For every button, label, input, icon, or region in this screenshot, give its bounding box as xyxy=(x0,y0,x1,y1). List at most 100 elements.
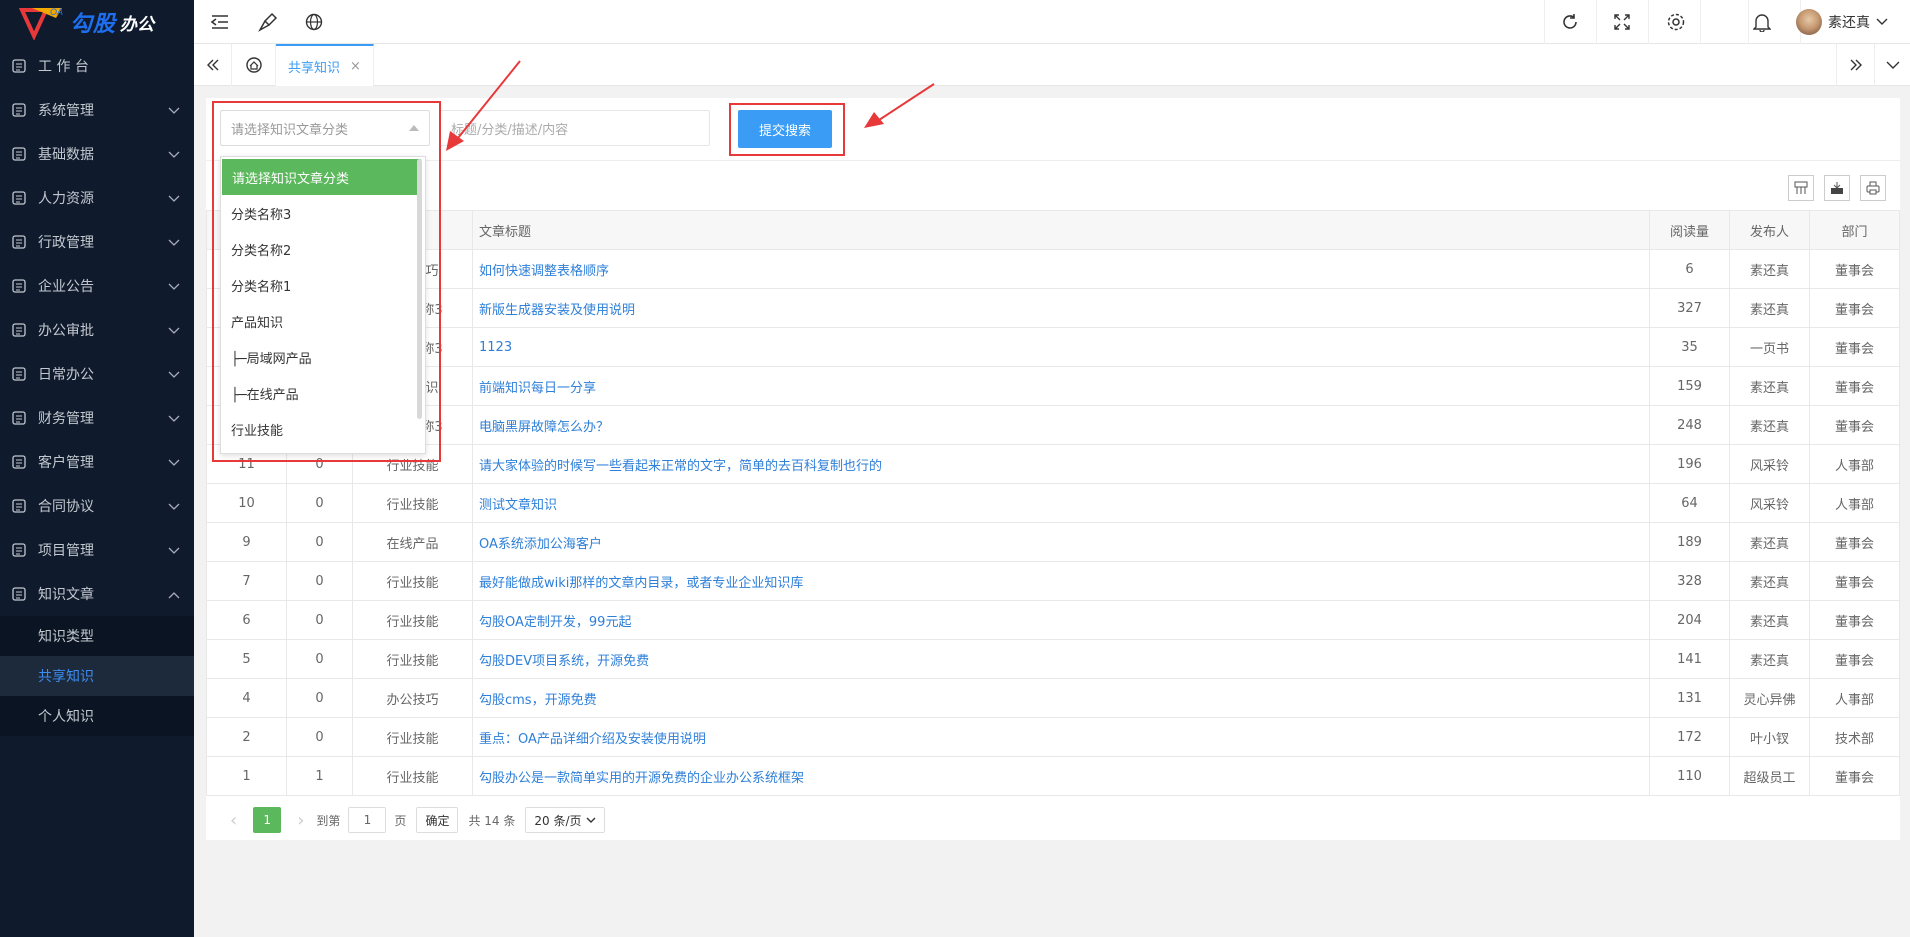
sidebar-item-4[interactable]: 行政管理 xyxy=(0,220,194,264)
sidebar-subitem-1[interactable]: 共享知识 xyxy=(0,656,194,696)
cell-publisher: 一页书 xyxy=(1729,327,1810,367)
cell-department: 人事部 xyxy=(1809,678,1900,718)
columns-filter-icon[interactable] xyxy=(1788,175,1814,201)
cell-title-link[interactable]: 勾股cms，开源免费 xyxy=(472,678,1650,718)
cell-department: 董事会 xyxy=(1809,639,1900,679)
table-row[interactable]: 7 0 行业技能 最好能做成wiki那样的文章内目录，或者专业企业知识库 328 素还真董… xyxy=(206,561,1900,601)
cell-title-link[interactable]: OA系统添加公海客户 xyxy=(472,522,1650,562)
sidebar-item-11[interactable]: 项目管理 xyxy=(0,528,194,572)
current-page[interactable]: 1 xyxy=(253,807,282,833)
sidebar-item-0[interactable]: 工 作 台 xyxy=(0,44,194,88)
print-icon[interactable] xyxy=(1860,175,1886,201)
sidebar-item-label: 知识文章 xyxy=(38,587,94,603)
cell-publisher: 素还真 xyxy=(1729,600,1810,640)
cell-title-link[interactable]: 勾股办公是一款简单实用的开源免费的企业办公系统框架 xyxy=(472,756,1650,796)
tabs-more-chevron-icon[interactable] xyxy=(1874,44,1910,86)
cell-department: 董事会 xyxy=(1809,366,1900,406)
collapse-menu-icon[interactable] xyxy=(194,0,246,44)
cell-views: 141 xyxy=(1649,639,1730,679)
next-page-icon[interactable]: › xyxy=(291,810,310,831)
cell-id: 4 xyxy=(206,678,287,718)
table-row[interactable]: 分类名称3112335一页书董事会 xyxy=(206,327,1900,367)
sidebar-item-9[interactable]: 客户管理 xyxy=(0,440,194,484)
settings-gear-icon[interactable] xyxy=(1650,0,1702,44)
table-row[interactable]: 5 0 行业技能 勾股DEV项目系统，开源免费 141 素还真 董事会 xyxy=(206,639,1900,679)
refresh-icon[interactable] xyxy=(1544,0,1596,44)
table-row[interactable]: 6 0 行业技能 勾股OA定制开发，99元起 204 素还真 董事会 xyxy=(206,600,1900,640)
table-row[interactable]: 行业知识前端知识每日一分享159素还真董事会 xyxy=(206,366,1900,406)
col-views[interactable]: 阅读量 xyxy=(1649,210,1730,250)
col-department[interactable]: 部门 xyxy=(1809,210,1900,250)
cell-title-link[interactable]: 电脑黑屏故障怎么办？ xyxy=(472,405,1650,445)
table-row[interactable]: 2 0 行业技能 重点：OA产品详细介绍及安装使用说明 172 叶小钗 技术部 xyxy=(206,717,1900,757)
tab-home-icon[interactable] xyxy=(232,44,276,86)
sidebar-item-2[interactable]: 基础数据 xyxy=(0,132,194,176)
fullscreen-icon[interactable] xyxy=(1596,0,1648,44)
tabs-scroll-right-icon[interactable] xyxy=(1836,44,1874,86)
table-row[interactable]: 4 0 办公技巧 勾股cms，开源免费 131 灵心异佛 人事部 xyxy=(206,678,1900,718)
annotation-arrow-icon xyxy=(864,83,935,128)
tab-close-icon[interactable]: × xyxy=(350,59,361,74)
sidebar-item-8[interactable]: 财务管理 xyxy=(0,396,194,440)
cell-title-link[interactable]: 1123 xyxy=(472,327,1650,367)
sidebar-item-label: 合同协议 xyxy=(38,499,94,515)
sidebar-item-7[interactable]: 日常办公 xyxy=(0,352,194,396)
table-row[interactable]: 9 0 在线产品 OA系统添加公海客户 189 素还真 董事会 xyxy=(206,522,1900,562)
sidebar-item-label: 客户管理 xyxy=(38,455,94,471)
cell-department: 人事部 xyxy=(1809,444,1900,484)
table-row[interactable]: 1 1 行业技能 勾股办公是一款简单实用的开源免费的企业办公系统框架 110 超级员工 董事… xyxy=(206,756,1900,796)
page-size-select[interactable]: 20 条/页 xyxy=(525,807,605,833)
notification-bell-icon[interactable] xyxy=(1736,0,1788,44)
sidebar-item-label: 项目管理 xyxy=(38,543,94,559)
cell-category: 行业技能 xyxy=(352,717,473,757)
sidebar-item-label: 系统管理 xyxy=(38,103,94,119)
sidebar-subitem-0[interactable]: 知识类型 xyxy=(0,616,194,656)
sidebar-item-10[interactable]: 合同协议 xyxy=(0,484,194,528)
globe-icon[interactable] xyxy=(288,0,340,44)
col-publisher[interactable]: 发布人 xyxy=(1729,210,1810,250)
cell-sort: 0 xyxy=(286,678,353,718)
sidebar-item-6[interactable]: 办公审批 xyxy=(0,308,194,352)
cell-views: 172 xyxy=(1649,717,1730,757)
sidebar-item-label: 基础数据 xyxy=(38,147,94,163)
cell-title-link[interactable]: 重点：OA产品详细介绍及安装使用说明 xyxy=(472,717,1650,757)
export-icon[interactable] xyxy=(1824,175,1850,201)
table-row[interactable]: 10 0 行业技能 测试文章知识 64 风采铃 人事部 xyxy=(206,483,1900,523)
sidebar-item-3[interactable]: 人力资源 xyxy=(0,176,194,220)
chevron-down-icon xyxy=(168,235,180,251)
tabs-scroll-left-icon[interactable] xyxy=(194,44,232,86)
cell-views: 189 xyxy=(1649,522,1730,562)
page-input[interactable]: 1 xyxy=(348,807,387,833)
cell-id: 2 xyxy=(206,717,287,757)
prev-page-icon[interactable]: ‹ xyxy=(224,810,243,831)
confirm-button[interactable]: 确定 xyxy=(416,807,459,833)
user-menu[interactable]: 素还真 xyxy=(1796,0,1888,44)
cell-title-link[interactable]: 前端知识每日一分享 xyxy=(472,366,1650,406)
table-row[interactable]: 11 0 行业技能 请大家体验的时候写一些看起来正常的文字，简单的去百科复制也行的 19… xyxy=(206,444,1900,484)
sidebar-item-5[interactable]: 企业公告 xyxy=(0,264,194,308)
sidebar-item-12[interactable]: 知识文章 xyxy=(0,572,194,616)
table-row[interactable]: 办公技巧如何快速调整表格顺序6素还真董事会 xyxy=(206,249,1900,289)
clear-cache-icon[interactable] xyxy=(242,0,294,44)
cell-title-link[interactable]: 测试文章知识 xyxy=(472,483,1650,523)
cell-title-link[interactable]: 最好能做成wiki那样的文章内目录，或者专业企业知识库 xyxy=(472,561,1650,601)
logo-badge: OA xyxy=(50,7,63,17)
cell-department: 董事会 xyxy=(1809,288,1900,328)
table-row[interactable]: 分类名称3新版生成器安装及使用说明327素还真董事会 xyxy=(206,288,1900,328)
sidebar-item-1[interactable]: 系统管理 xyxy=(0,88,194,132)
cell-sort: 0 xyxy=(286,522,353,562)
cell-title-link[interactable]: 勾股DEV项目系统，开源免费 xyxy=(472,639,1650,679)
tab-shared-knowledge[interactable]: 共享知识 × xyxy=(276,44,374,86)
cell-title-link[interactable]: 请大家体验的时候写一些看起来正常的文字，简单的去百科复制也行的 xyxy=(472,444,1650,484)
approval-icon xyxy=(10,321,28,339)
annotation-box-category xyxy=(212,101,441,462)
sidebar-subitem-2[interactable]: 个人知识 xyxy=(0,696,194,736)
logo[interactable]: OA 勾股 办公 xyxy=(0,0,194,44)
chevron-down-icon xyxy=(168,147,180,163)
table-row[interactable]: 分类名称3电脑黑屏故障怎么办？248素还真董事会 xyxy=(206,405,1900,445)
chevron-down-icon xyxy=(168,367,180,383)
cell-title-link[interactable]: 勾股OA定制开发，99元起 xyxy=(472,600,1650,640)
cell-title-link[interactable]: 如何快速调整表格顺序 xyxy=(472,249,1650,289)
col-title[interactable]: 文章标题 xyxy=(472,210,1650,250)
cell-title-link[interactable]: 新版生成器安装及使用说明 xyxy=(472,288,1650,328)
